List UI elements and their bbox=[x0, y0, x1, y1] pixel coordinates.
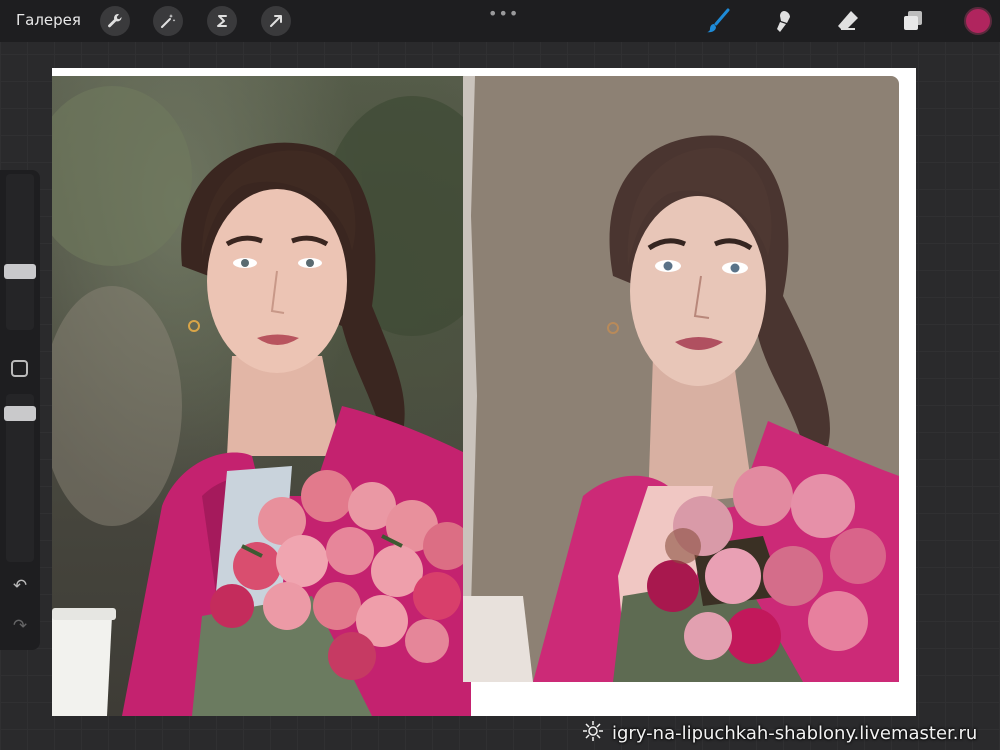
brush-size-thumb[interactable] bbox=[4, 264, 36, 279]
reference-photo bbox=[52, 76, 502, 716]
left-sidebar: ↶ ↷ bbox=[0, 170, 40, 650]
opacity-thumb[interactable] bbox=[4, 406, 36, 421]
smudge-icon[interactable] bbox=[768, 6, 798, 36]
more-options-icon[interactable]: ••• bbox=[488, 4, 519, 23]
watermark: igry-na-lipuchkah-shablony.livemaster.ru bbox=[582, 719, 1000, 747]
selection-s-icon[interactable] bbox=[207, 6, 237, 36]
watermark-text: igry-na-lipuchkah-shablony.livemaster.ru bbox=[612, 722, 978, 744]
redo-icon[interactable]: ↷ bbox=[10, 616, 30, 636]
top-toolbar: Галерея ••• bbox=[0, 0, 1000, 42]
wrench-icon[interactable] bbox=[100, 6, 130, 36]
brush-size-slider[interactable] bbox=[6, 174, 34, 330]
layers-icon[interactable] bbox=[898, 6, 928, 36]
brush-icon[interactable] bbox=[703, 6, 733, 36]
undo-icon[interactable]: ↶ bbox=[10, 576, 30, 596]
watermark-logo-icon bbox=[582, 720, 604, 747]
modify-button[interactable] bbox=[11, 360, 28, 377]
eraser-icon[interactable] bbox=[833, 6, 863, 36]
color-picker-swatch[interactable] bbox=[964, 7, 992, 35]
drawing-canvas[interactable] bbox=[52, 68, 916, 716]
magic-wand-icon[interactable] bbox=[153, 6, 183, 36]
transform-arrow-icon[interactable] bbox=[261, 6, 291, 36]
painting-in-progress bbox=[463, 76, 899, 682]
gallery-button[interactable]: Галерея bbox=[16, 11, 81, 29]
